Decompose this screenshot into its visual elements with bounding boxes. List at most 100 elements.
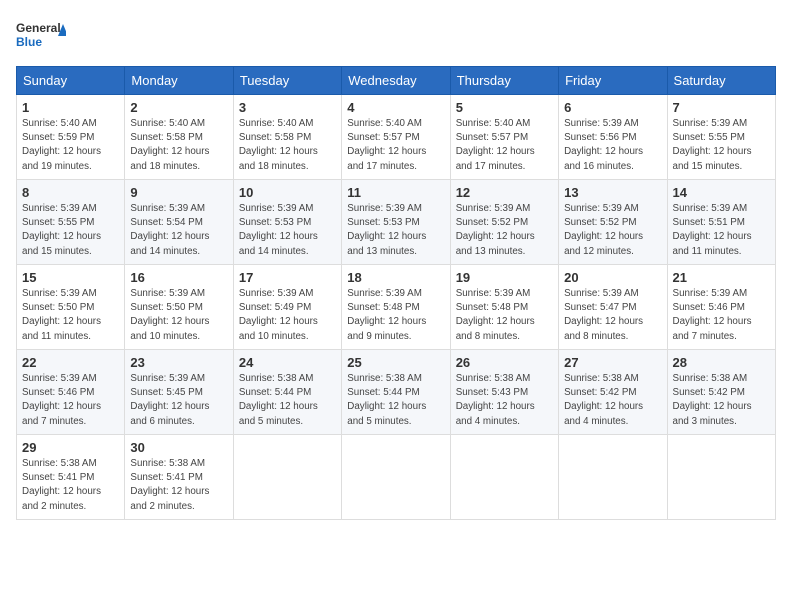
day-number: 15 <box>22 270 119 285</box>
day-number: 23 <box>130 355 227 370</box>
calendar-cell <box>450 435 558 520</box>
day-number: 10 <box>239 185 336 200</box>
calendar-cell: 9 Sunrise: 5:39 AM Sunset: 5:54 PM Dayli… <box>125 180 233 265</box>
calendar-cell <box>342 435 450 520</box>
calendar-cell: 12 Sunrise: 5:39 AM Sunset: 5:52 PM Dayl… <box>450 180 558 265</box>
day-number: 4 <box>347 100 444 115</box>
day-number: 3 <box>239 100 336 115</box>
day-info: Sunrise: 5:40 AM Sunset: 5:57 PM Dayligh… <box>347 117 444 174</box>
day-number: 26 <box>456 355 553 370</box>
calendar-cell: 24 Sunrise: 5:38 AM Sunset: 5:44 PM Dayl… <box>233 350 341 435</box>
calendar-week-2: 8 Sunrise: 5:39 AM Sunset: 5:55 PM Dayli… <box>17 180 776 265</box>
day-number: 7 <box>673 100 770 115</box>
day-info: Sunrise: 5:39 AM Sunset: 5:52 PM Dayligh… <box>564 202 661 259</box>
day-info: Sunrise: 5:38 AM Sunset: 5:41 PM Dayligh… <box>130 457 227 514</box>
day-number: 29 <box>22 440 119 455</box>
day-number: 2 <box>130 100 227 115</box>
calendar-cell: 25 Sunrise: 5:38 AM Sunset: 5:44 PM Dayl… <box>342 350 450 435</box>
calendar-cell: 26 Sunrise: 5:38 AM Sunset: 5:43 PM Dayl… <box>450 350 558 435</box>
calendar-cell: 18 Sunrise: 5:39 AM Sunset: 5:48 PM Dayl… <box>342 265 450 350</box>
calendar-cell: 15 Sunrise: 5:39 AM Sunset: 5:50 PM Dayl… <box>17 265 125 350</box>
day-number: 14 <box>673 185 770 200</box>
day-info: Sunrise: 5:39 AM Sunset: 5:53 PM Dayligh… <box>347 202 444 259</box>
day-info: Sunrise: 5:39 AM Sunset: 5:56 PM Dayligh… <box>564 117 661 174</box>
day-info: Sunrise: 5:40 AM Sunset: 5:59 PM Dayligh… <box>22 117 119 174</box>
day-info: Sunrise: 5:38 AM Sunset: 5:41 PM Dayligh… <box>22 457 119 514</box>
calendar-cell: 17 Sunrise: 5:39 AM Sunset: 5:49 PM Dayl… <box>233 265 341 350</box>
day-number: 11 <box>347 185 444 200</box>
day-number: 13 <box>564 185 661 200</box>
weekday-header-monday: Monday <box>125 67 233 95</box>
day-info: Sunrise: 5:38 AM Sunset: 5:42 PM Dayligh… <box>564 372 661 429</box>
day-info: Sunrise: 5:39 AM Sunset: 5:48 PM Dayligh… <box>347 287 444 344</box>
calendar-cell: 21 Sunrise: 5:39 AM Sunset: 5:46 PM Dayl… <box>667 265 775 350</box>
calendar-cell: 5 Sunrise: 5:40 AM Sunset: 5:57 PM Dayli… <box>450 95 558 180</box>
calendar-cell <box>233 435 341 520</box>
day-info: Sunrise: 5:39 AM Sunset: 5:52 PM Dayligh… <box>456 202 553 259</box>
day-info: Sunrise: 5:40 AM Sunset: 5:57 PM Dayligh… <box>456 117 553 174</box>
calendar-week-1: 1 Sunrise: 5:40 AM Sunset: 5:59 PM Dayli… <box>17 95 776 180</box>
weekday-header-friday: Friday <box>559 67 667 95</box>
calendar-cell: 29 Sunrise: 5:38 AM Sunset: 5:41 PM Dayl… <box>17 435 125 520</box>
day-number: 21 <box>673 270 770 285</box>
calendar-week-4: 22 Sunrise: 5:39 AM Sunset: 5:46 PM Dayl… <box>17 350 776 435</box>
day-info: Sunrise: 5:38 AM Sunset: 5:42 PM Dayligh… <box>673 372 770 429</box>
day-info: Sunrise: 5:39 AM Sunset: 5:50 PM Dayligh… <box>22 287 119 344</box>
calendar-week-3: 15 Sunrise: 5:39 AM Sunset: 5:50 PM Dayl… <box>17 265 776 350</box>
calendar-cell: 16 Sunrise: 5:39 AM Sunset: 5:50 PM Dayl… <box>125 265 233 350</box>
calendar-cell: 11 Sunrise: 5:39 AM Sunset: 5:53 PM Dayl… <box>342 180 450 265</box>
day-info: Sunrise: 5:40 AM Sunset: 5:58 PM Dayligh… <box>130 117 227 174</box>
day-number: 6 <box>564 100 661 115</box>
day-info: Sunrise: 5:38 AM Sunset: 5:44 PM Dayligh… <box>347 372 444 429</box>
day-info: Sunrise: 5:39 AM Sunset: 5:51 PM Dayligh… <box>673 202 770 259</box>
day-number: 5 <box>456 100 553 115</box>
day-number: 27 <box>564 355 661 370</box>
calendar-cell: 27 Sunrise: 5:38 AM Sunset: 5:42 PM Dayl… <box>559 350 667 435</box>
weekday-header-saturday: Saturday <box>667 67 775 95</box>
calendar-cell: 22 Sunrise: 5:39 AM Sunset: 5:46 PM Dayl… <box>17 350 125 435</box>
day-info: Sunrise: 5:39 AM Sunset: 5:45 PM Dayligh… <box>130 372 227 429</box>
day-info: Sunrise: 5:39 AM Sunset: 5:53 PM Dayligh… <box>239 202 336 259</box>
day-number: 17 <box>239 270 336 285</box>
day-number: 16 <box>130 270 227 285</box>
calendar-cell: 2 Sunrise: 5:40 AM Sunset: 5:58 PM Dayli… <box>125 95 233 180</box>
weekday-header-thursday: Thursday <box>450 67 558 95</box>
day-info: Sunrise: 5:39 AM Sunset: 5:55 PM Dayligh… <box>673 117 770 174</box>
svg-text:General: General <box>16 21 61 35</box>
day-info: Sunrise: 5:39 AM Sunset: 5:48 PM Dayligh… <box>456 287 553 344</box>
calendar-cell <box>667 435 775 520</box>
day-info: Sunrise: 5:39 AM Sunset: 5:55 PM Dayligh… <box>22 202 119 259</box>
day-number: 24 <box>239 355 336 370</box>
day-number: 20 <box>564 270 661 285</box>
calendar-cell: 14 Sunrise: 5:39 AM Sunset: 5:51 PM Dayl… <box>667 180 775 265</box>
day-info: Sunrise: 5:39 AM Sunset: 5:54 PM Dayligh… <box>130 202 227 259</box>
calendar-cell: 1 Sunrise: 5:40 AM Sunset: 5:59 PM Dayli… <box>17 95 125 180</box>
day-number: 8 <box>22 185 119 200</box>
day-number: 30 <box>130 440 227 455</box>
day-info: Sunrise: 5:39 AM Sunset: 5:50 PM Dayligh… <box>130 287 227 344</box>
day-info: Sunrise: 5:38 AM Sunset: 5:43 PM Dayligh… <box>456 372 553 429</box>
day-info: Sunrise: 5:39 AM Sunset: 5:49 PM Dayligh… <box>239 287 336 344</box>
calendar-cell: 7 Sunrise: 5:39 AM Sunset: 5:55 PM Dayli… <box>667 95 775 180</box>
calendar-cell: 8 Sunrise: 5:39 AM Sunset: 5:55 PM Dayli… <box>17 180 125 265</box>
day-info: Sunrise: 5:39 AM Sunset: 5:46 PM Dayligh… <box>673 287 770 344</box>
weekday-header-tuesday: Tuesday <box>233 67 341 95</box>
logo: General Blue <box>16 16 66 58</box>
day-number: 18 <box>347 270 444 285</box>
weekday-header-wednesday: Wednesday <box>342 67 450 95</box>
day-info: Sunrise: 5:39 AM Sunset: 5:46 PM Dayligh… <box>22 372 119 429</box>
calendar-cell: 19 Sunrise: 5:39 AM Sunset: 5:48 PM Dayl… <box>450 265 558 350</box>
calendar-cell: 3 Sunrise: 5:40 AM Sunset: 5:58 PM Dayli… <box>233 95 341 180</box>
day-info: Sunrise: 5:40 AM Sunset: 5:58 PM Dayligh… <box>239 117 336 174</box>
day-number: 1 <box>22 100 119 115</box>
day-info: Sunrise: 5:39 AM Sunset: 5:47 PM Dayligh… <box>564 287 661 344</box>
day-info: Sunrise: 5:38 AM Sunset: 5:44 PM Dayligh… <box>239 372 336 429</box>
day-number: 12 <box>456 185 553 200</box>
day-number: 25 <box>347 355 444 370</box>
page-header: General Blue <box>16 16 776 58</box>
day-number: 28 <box>673 355 770 370</box>
day-number: 9 <box>130 185 227 200</box>
calendar-cell <box>559 435 667 520</box>
calendar-cell: 6 Sunrise: 5:39 AM Sunset: 5:56 PM Dayli… <box>559 95 667 180</box>
calendar-cell: 30 Sunrise: 5:38 AM Sunset: 5:41 PM Dayl… <box>125 435 233 520</box>
